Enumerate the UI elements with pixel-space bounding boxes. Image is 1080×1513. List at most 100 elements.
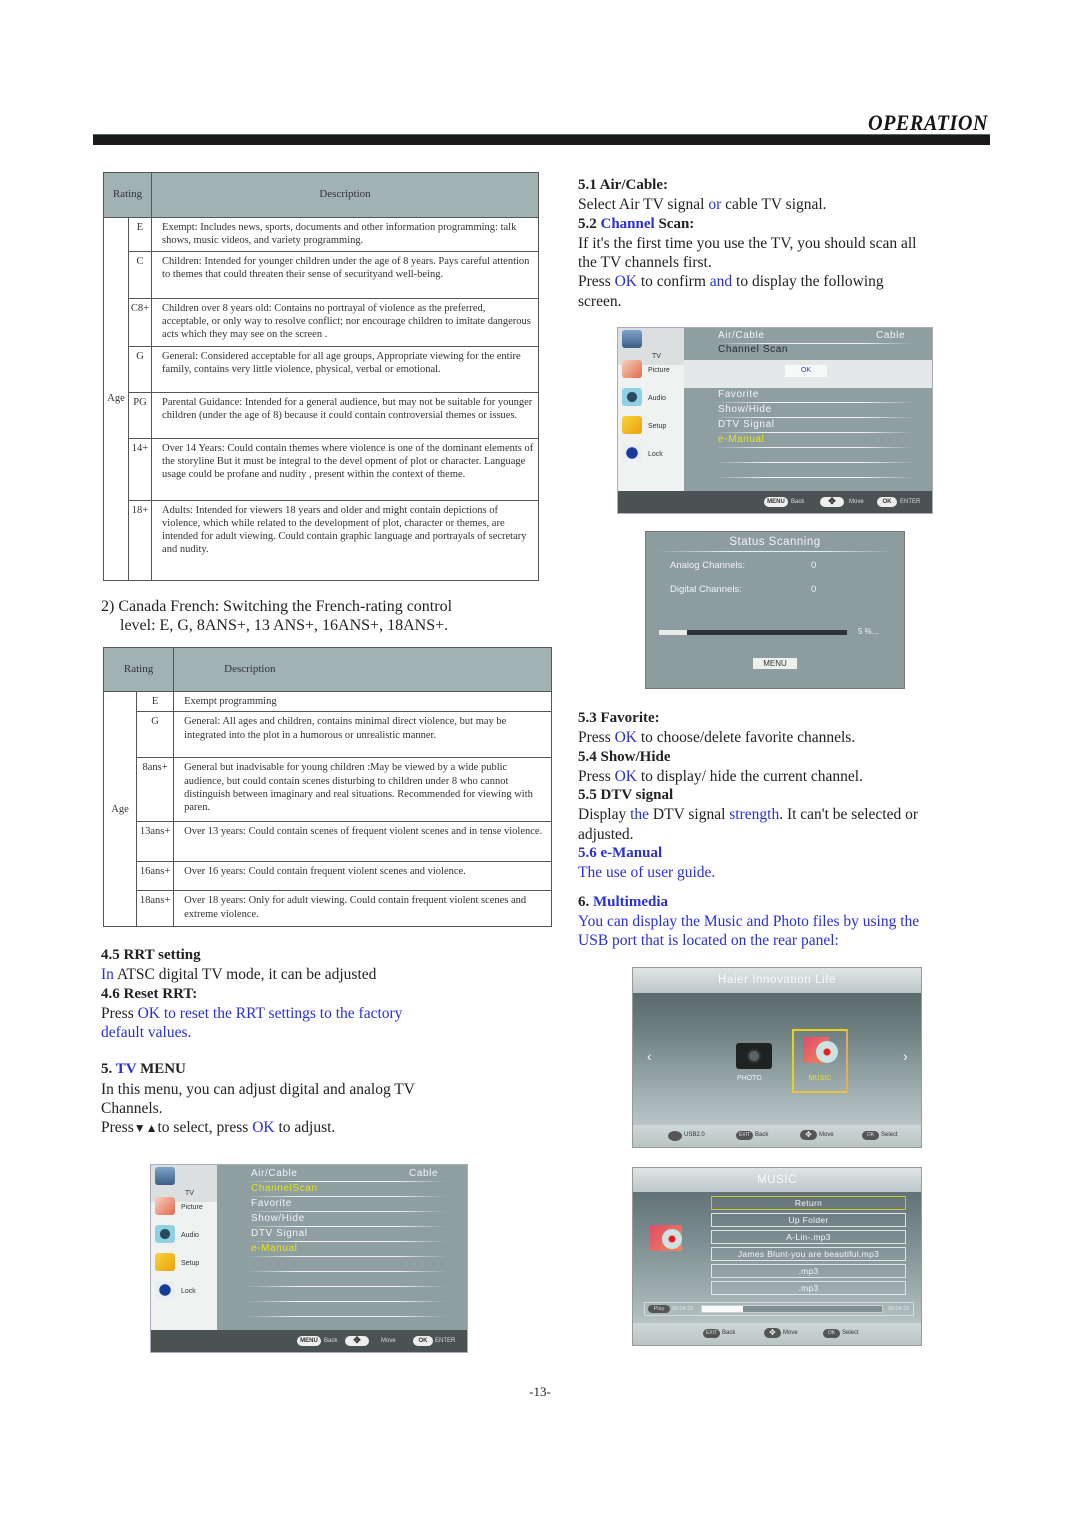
tv-menu-footer: MENU Back ✥ Move OK ENTER — [151, 1330, 467, 1352]
tvmenu-ok: OK — [252, 1119, 275, 1137]
menu-item-favorite[interactable]: Favorite — [251, 1198, 292, 1209]
tvmenu-body-1: In this menu, you can adjust digital and… — [101, 1080, 415, 1098]
setup-icon — [155, 1253, 175, 1271]
s53-rest: to choose/delete favorite channels. — [637, 729, 856, 747]
menu-item-show-hide[interactable]: Show/Hide — [251, 1213, 305, 1224]
menu-item-channelscan[interactable]: ChannelScan — [251, 1183, 318, 1194]
photo-camera-icon[interactable] — [736, 1043, 772, 1069]
rating-description: Over 16 years: Could contain frequent vi… — [173, 861, 552, 892]
menu-item-air-cable[interactable]: Air/Cable — [251, 1168, 298, 1179]
rating-description: Children: Intended for younger children … — [151, 250, 539, 299]
reset-press: Press — [101, 1004, 138, 1022]
sidebar-item-label: Lock — [648, 451, 663, 458]
tvmenu-adjust: to adjust. — [274, 1119, 336, 1137]
usb-label: USB2.0 — [684, 1132, 705, 1138]
rating-row: 8ans+ General but inadvisable for young c… — [104, 757, 552, 823]
menu-item-air-cable[interactable]: Air/Cable — [718, 330, 765, 341]
rating-description: Parental Guidance: Intended for a genera… — [151, 391, 539, 439]
rating-row: C8+ Children over 8 years old: Contains n… — [104, 297, 539, 347]
rrt-heading: 4.5 RRT setting — [101, 947, 201, 963]
music-file-item[interactable]: .mp3 — [711, 1281, 906, 1295]
sidebar-item-audio[interactable]: Audio — [151, 1223, 217, 1251]
s55-b: DTV signal — [649, 806, 730, 824]
multimedia-heading: Multimedia — [593, 893, 668, 910]
menu-item-show-hide[interactable]: Show/Hide — [718, 404, 772, 415]
rating-column-header: Rating — [102, 172, 153, 218]
analog-channels-value: 0 — [811, 560, 817, 571]
dtv-signal-heading: 5.5 DTV signal — [578, 787, 674, 804]
rating-code: C8+ — [127, 297, 153, 347]
rrt-section: 4.5 RRT setting In ATSC digital TV mode,… — [101, 946, 541, 1139]
ok-button[interactable]: OK — [785, 365, 827, 377]
move-label: Move — [849, 499, 864, 505]
music-tile-selected[interactable]: MUSIC — [792, 1029, 848, 1093]
music-file-item[interactable]: .mp3 — [711, 1264, 906, 1278]
rating-description: Over 14 Years: Could contain themes wher… — [151, 437, 539, 501]
enter-label: ENTER — [435, 1338, 456, 1344]
s52-channel: Channel — [600, 215, 655, 232]
sidebar-item-lock[interactable]: Lock — [151, 1279, 217, 1307]
move-label: Move — [381, 1338, 396, 1344]
rating-code: C — [127, 250, 153, 299]
music-file-item[interactable]: A-Lin-.mp3 — [711, 1230, 906, 1244]
next-arrow-icon[interactable]: › — [903, 1048, 908, 1064]
rating-row: 18+ Adults: Intended for viewers 18 years… — [104, 499, 539, 581]
menu-button[interactable]: MENU — [753, 658, 797, 669]
previous-arrow-icon[interactable]: ‹ — [647, 1048, 652, 1064]
scan-progress-fill — [659, 630, 688, 635]
digital-channels-value: 0 — [811, 584, 817, 595]
sidebar-item-audio[interactable]: Audio — [618, 386, 684, 414]
sidebar-item-picture[interactable]: Picture — [151, 1195, 217, 1223]
air-cable-heading: 5.1 Air/Cable: — [578, 177, 668, 193]
age-group-label: Age — [103, 217, 129, 581]
sidebar-item-label: Audio — [181, 1232, 199, 1239]
sidebar-item-setup[interactable]: Setup — [151, 1251, 217, 1279]
back-label: Back — [755, 1132, 769, 1138]
tvmenu-select: to select, press — [157, 1119, 253, 1137]
rating-row: 13ans+ Over 13 years: Could contain scene… — [104, 821, 552, 863]
rating-row: Age E Exempt programming — [103, 690, 552, 928]
music-footer: EXIT Back ✥ Move OK Select — [633, 1323, 921, 1345]
menu-item-dtv-signal[interactable]: DTV Signal — [251, 1228, 308, 1239]
sidebar-item-label: Lock — [181, 1288, 196, 1295]
playback-progress-track[interactable] — [701, 1305, 883, 1313]
music-file-item[interactable]: Up Folder — [711, 1213, 906, 1227]
tv-icon — [622, 330, 642, 348]
s52-num: 5.2 — [578, 215, 601, 232]
multimedia-body-1: You can display the Music and Photo file… — [578, 912, 920, 930]
menu-divider — [247, 1316, 447, 1317]
menu-item-value: Cable — [409, 1168, 439, 1179]
sidebar-item-lock[interactable]: Lock — [618, 442, 684, 470]
menu-item-e-manual[interactable]: e-Manual — [251, 1243, 298, 1254]
reset-body-2: default values. — [101, 1024, 192, 1042]
picture-icon — [622, 360, 642, 378]
music-file-item[interactable]: James Blunt-you are beautiful.mp3 — [711, 1247, 906, 1261]
play-button[interactable]: Play — [648, 1305, 670, 1313]
analog-channels-label: Analog Channels: — [670, 560, 745, 571]
rating-description: General: Considered acceptable for all a… — [151, 345, 539, 393]
photo-label[interactable]: PHOTO — [737, 1075, 762, 1082]
s51-b: cable TV signal. — [721, 196, 827, 214]
s53-press: Press — [578, 729, 615, 747]
s54-ok: OK — [614, 767, 637, 785]
menu-item-favorite[interactable]: Favorite — [718, 389, 759, 400]
tvmenu-num: 5. — [101, 1061, 116, 1078]
menu-item-dtv-signal[interactable]: DTV Signal — [718, 419, 775, 430]
menu-item-channel-scan[interactable]: Channel Scan — [718, 344, 788, 355]
scan-status-title: Status Scanning — [729, 536, 821, 548]
sidebar-item-setup[interactable]: Setup — [618, 414, 684, 442]
multimedia-home-screen: Haier Innovation Life ‹ › PHOTO MUSIC US… — [632, 967, 922, 1148]
rating-code: G — [127, 345, 153, 393]
playback-bar: Play 00:04:22 00:04:22 — [644, 1302, 914, 1316]
s55-c: . It can't be selected or — [779, 806, 918, 824]
down-up-arrow-icon: ▼▲ — [133, 1121, 158, 1136]
music-file-item[interactable]: Return — [711, 1196, 906, 1210]
rating-row: G General: Considered acceptable for all … — [104, 345, 539, 393]
sidebar-item-picture[interactable]: Picture — [618, 358, 684, 386]
menu-item-e-manual[interactable]: e-Manual — [718, 434, 765, 445]
music-browser-screen: MUSIC Return Up Folder A-Lin-.mp3 James Blu… — [632, 1167, 922, 1346]
s55-d: adjusted. — [578, 825, 634, 843]
tvmenu-heading: MENU — [136, 1061, 186, 1078]
tv-menu-sidebar: TV Picture Audio Setup Lock — [151, 1165, 217, 1330]
rating-code: PG — [127, 391, 153, 439]
